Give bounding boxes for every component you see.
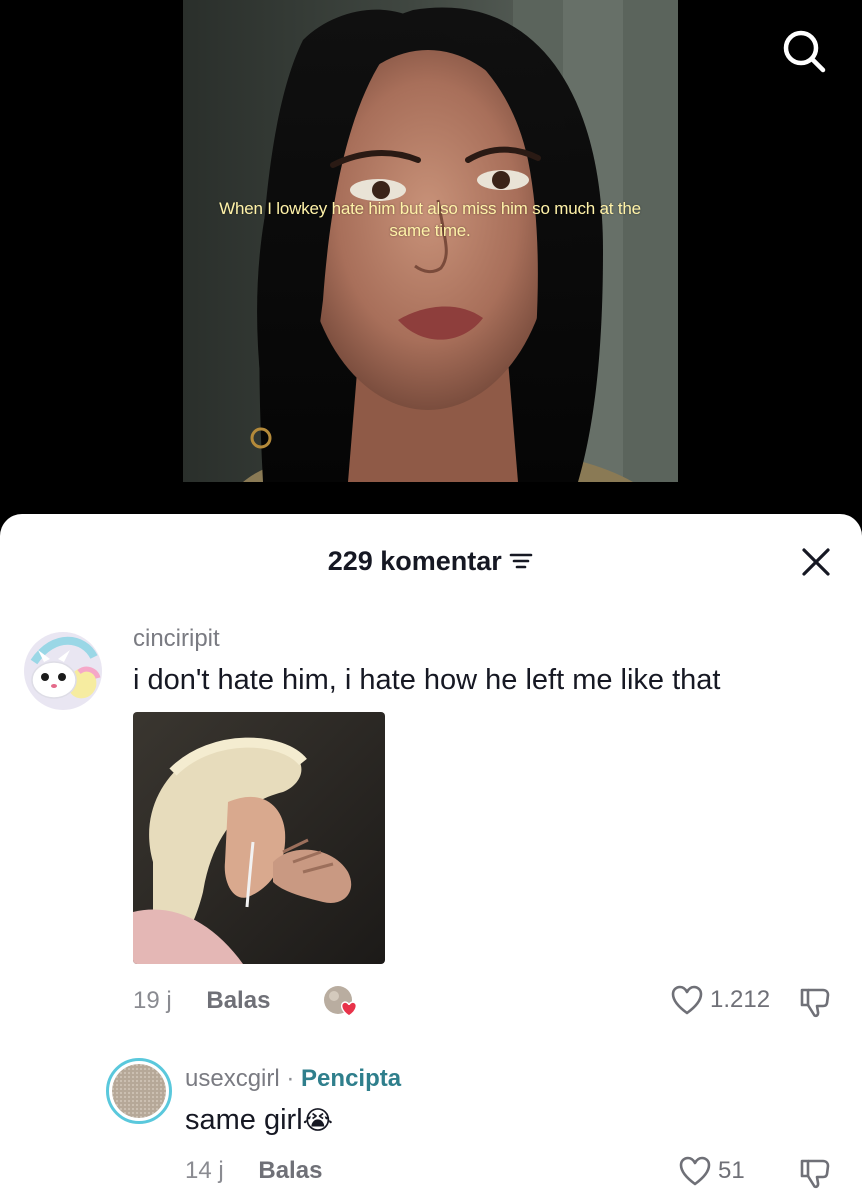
avatar[interactable] [24,632,102,710]
comment-text: i don't hate him, i hate how he left me … [133,664,721,696]
comments-sheet: 229 komentar cinciripit i don't hate him… [0,514,862,1200]
heart-icon [340,1001,358,1017]
creator-badge: Pencipta [301,1065,402,1092]
close-button[interactable] [796,542,836,582]
comment-meta: 19 j Balas [133,986,270,1016]
heart-outline-icon [671,985,703,1015]
reply-time: 14 j [185,1157,224,1184]
search-icon [783,30,826,73]
heart-outline-icon [679,1156,711,1186]
reply-text-line: same girl😭 [185,1102,333,1138]
avatar[interactable] [106,1058,172,1124]
comment-time: 19 j [133,987,172,1014]
dislike-button[interactable] [798,985,832,1019]
reply-text: same girl [185,1104,303,1136]
dislike-button[interactable] [798,1156,832,1190]
sort-icon[interactable] [508,551,534,571]
like-button[interactable]: 51 [678,1155,745,1187]
video-caption: When I lowkey hate him but also miss him… [219,199,641,240]
close-icon [802,548,830,576]
reply-username[interactable]: usexcgirl [185,1065,280,1092]
comment-count-title: 229 komentar [327,546,502,576]
thumbs-down-icon [800,1159,830,1189]
comments-header: 229 komentar [0,544,862,584]
reply-meta: 14 j Balas [185,1156,322,1186]
thumbs-down-icon [800,988,830,1018]
like-button[interactable]: 1.212 [670,984,770,1016]
video-area[interactable]: When I lowkey hate him but also miss him… [0,0,862,540]
creator-liked-indicator [322,984,360,1020]
reply-username-line: usexcgirl · Pencipta [185,1064,401,1094]
reply-button[interactable]: Balas [206,987,270,1014]
reply-button[interactable]: Balas [258,1157,322,1184]
like-count: 51 [718,1157,745,1184]
like-count: 1.212 [710,986,771,1013]
separator-dot: · [286,1065,295,1092]
crying-emoji-icon: 😭 [302,1105,334,1135]
comment-attached-image[interactable] [133,712,385,964]
search-button[interactable] [775,24,831,80]
comment-username[interactable]: cinciripit [133,624,220,654]
